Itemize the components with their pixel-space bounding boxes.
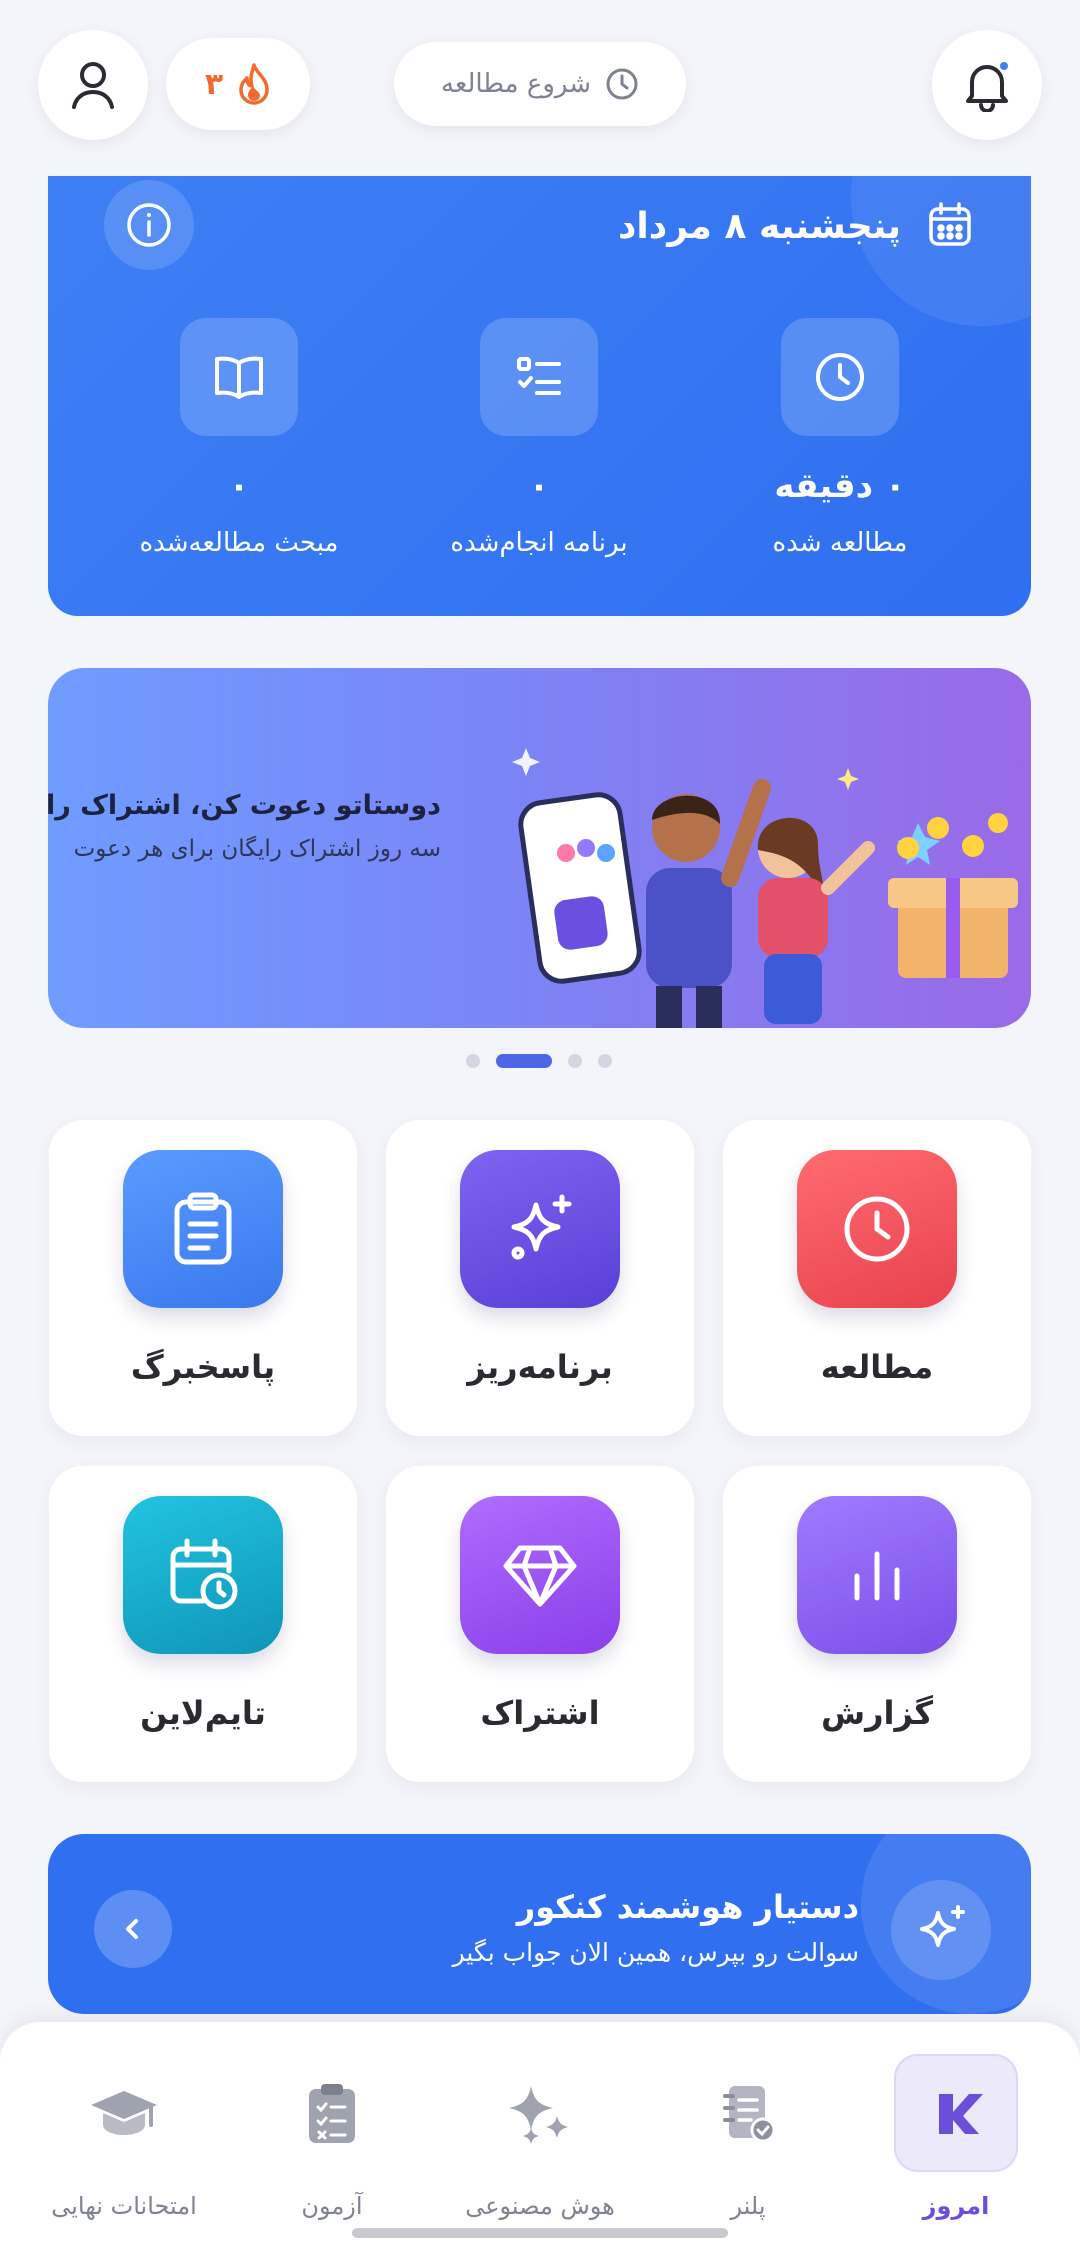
- tile-timeline-label: تایم‌لاین: [140, 1694, 266, 1732]
- assistant-icon-box: [891, 1880, 991, 1980]
- carousel-dot-4[interactable]: [598, 1054, 612, 1068]
- stat-plans-value: ۰: [528, 466, 550, 506]
- stat-topics-value: ۰: [228, 466, 250, 506]
- tile-subscription-label: اشتراک: [480, 1694, 600, 1732]
- flame-icon: [239, 63, 269, 105]
- nav-planner-icon-box: [686, 2054, 810, 2172]
- stat-study-time-icon-box: [781, 318, 899, 436]
- sparkle-icon: [511, 1194, 572, 1260]
- tile-answer-sheet[interactable]: پاسخبرگ: [49, 1120, 357, 1436]
- streak-badge[interactable]: ۳: [166, 38, 310, 130]
- tile-timeline[interactable]: تایم‌لاین: [49, 1466, 357, 1782]
- exam-clipboard-icon: [309, 2084, 355, 2143]
- assistant-subtitle: سوالت رو بپرس، همین الان جواب بگیر: [452, 1938, 859, 1967]
- tile-report-label: گزارش: [820, 1694, 934, 1732]
- nav-today-label: امروز: [922, 2192, 990, 2220]
- tile-subscription[interactable]: اشتراک: [386, 1466, 694, 1782]
- logo-icon: [939, 2094, 983, 2134]
- current-date: پنجشنبه ۸ مرداد: [617, 206, 901, 247]
- tile-planner-label: برنامه‌ریز: [467, 1348, 613, 1386]
- carousel-dot-1[interactable]: [466, 1054, 480, 1068]
- nav-planner[interactable]: پلنر: [648, 2042, 848, 2220]
- chevron-left-icon: [126, 1919, 138, 1939]
- clock-icon: [844, 1196, 910, 1262]
- graduation-cap-icon: [91, 2091, 157, 2135]
- banner-subtitle: سه روز اشتراک رایگان برای هر دعوت: [73, 836, 441, 862]
- tile-study-icon-box: [797, 1150, 957, 1308]
- start-study-button[interactable]: شروع مطالعه: [394, 42, 686, 126]
- streak-count: ۳: [204, 66, 224, 102]
- calendar-clock-icon: [170, 1538, 238, 1610]
- nav-final-exams[interactable]: امتحانات نهایی: [24, 2042, 224, 2220]
- carousel-dot-2-active[interactable]: [496, 1054, 552, 1068]
- clock-icon: [816, 353, 864, 401]
- nav-planner-label: پلنر: [730, 2192, 766, 2220]
- stat-plans-label: برنامه انجام‌شده: [450, 528, 628, 558]
- checklist-icon: [517, 357, 561, 395]
- tile-planner[interactable]: برنامه‌ریز: [386, 1120, 694, 1436]
- nav-today[interactable]: امروز: [856, 2042, 1056, 2220]
- info-icon: [127, 203, 171, 247]
- notifications-button[interactable]: [932, 30, 1042, 140]
- stat-study-time-value: ۰ دقیقه: [774, 466, 906, 506]
- profile-button[interactable]: [38, 30, 148, 140]
- carousel-dot-3[interactable]: [568, 1054, 582, 1068]
- tile-timeline-icon-box: [123, 1496, 283, 1654]
- start-study-label: شروع مطالعه: [440, 69, 592, 99]
- tile-subscription-icon-box: [460, 1496, 620, 1654]
- home-indicator[interactable]: [352, 2228, 728, 2238]
- invite-illustration: [512, 748, 1018, 1028]
- stat-study-time-label: مطالعه شده: [772, 528, 908, 558]
- stat-plans-icon-box: [480, 318, 598, 436]
- clock-icon: [606, 68, 638, 100]
- nav-exam[interactable]: آزمون: [232, 2042, 432, 2220]
- planner-icon: [723, 2086, 776, 2143]
- stat-topics-icon-box: [180, 318, 298, 436]
- assistant-open-button[interactable]: [94, 1890, 172, 1968]
- nav-ai[interactable]: هوش مصنوعی: [440, 2042, 640, 2220]
- bottom-navigation: امروز پلنر هوش مصنوعی آزمون امتحانات نها…: [0, 2022, 1080, 2252]
- banner-title: دوستاتو دعوت کن، اشتراک رایگان ب: [48, 790, 441, 821]
- tile-report[interactable]: گزارش: [723, 1466, 1031, 1782]
- nav-today-icon-box: [894, 2054, 1018, 2172]
- diamond-icon: [503, 1545, 577, 1607]
- profile-icon: [72, 62, 114, 109]
- clipboard-icon: [174, 1192, 232, 1265]
- nav-exam-label: آزمون: [301, 2192, 363, 2220]
- tile-report-icon-box: [797, 1496, 957, 1654]
- calendar-icon: [929, 202, 971, 246]
- assistant-title: دستیار هوشمند کنکور: [516, 1888, 859, 1926]
- ai-assistant-card[interactable]: دستیار هوشمند کنکور سوالت رو بپرس، همین …: [48, 1834, 1031, 2014]
- book-icon: [215, 356, 263, 399]
- nav-ai-icon-box: [478, 2054, 602, 2172]
- bell-icon: [966, 62, 1008, 112]
- nav-ai-label: هوش مصنوعی: [465, 2192, 615, 2220]
- tile-study-label: مطالعه: [820, 1348, 934, 1386]
- stat-topics-label: مبحث مطالعه‌شده: [139, 528, 339, 558]
- info-button[interactable]: [104, 180, 194, 270]
- daily-stats-card: پنجشنبه ۸ مرداد ۰ دقیقه مطالعه شده ۰ برن…: [48, 176, 1031, 616]
- tile-answer-sheet-label: پاسخبرگ: [130, 1348, 276, 1386]
- nav-final-exams-icon-box: [62, 2054, 186, 2172]
- tile-study[interactable]: مطالعه: [723, 1120, 1031, 1436]
- ai-sparkle-icon: [509, 2086, 568, 2144]
- invite-friends-banner[interactable]: دوستاتو دعوت کن، اشتراک رایگان ب سه روز …: [48, 668, 1031, 1028]
- bar-chart-icon: [854, 1551, 900, 1601]
- nav-exam-icon-box: [270, 2054, 394, 2172]
- tile-answer-sheet-icon-box: [123, 1150, 283, 1308]
- sparkle-icon: [920, 1905, 965, 1947]
- tile-planner-icon-box: [460, 1150, 620, 1308]
- nav-final-exams-label: امتحانات نهایی: [51, 2192, 197, 2220]
